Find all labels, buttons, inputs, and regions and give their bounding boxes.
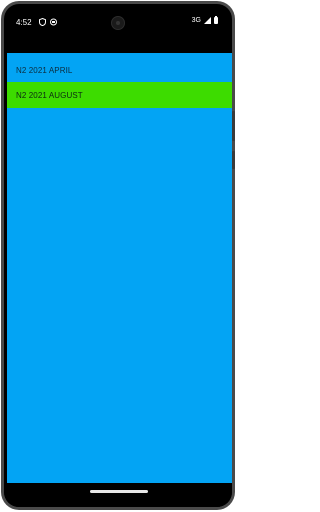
status-indicators: 3G [191,16,218,24]
screen: 4:52 3G N2 2021 APRIL N2 2021 AUGUST [4,4,232,507]
list-item-label: N2 2021 APRIL [16,65,73,75]
status-bar: 4:52 3G [4,4,232,34]
list-item-n2-2021-april[interactable]: N2 2021 APRIL [7,57,232,83]
status-time: 4:52 [16,18,32,27]
list-item-label: N2 2021 AUGUST [16,90,83,100]
list-item-n2-2021-august[interactable]: N2 2021 AUGUST [7,82,232,108]
front-camera [111,16,125,30]
signal-icon [204,17,211,24]
volume-button [232,111,235,141]
shield-icon [39,17,46,29]
phone-frame: 4:52 3G N2 2021 APRIL N2 2021 AUGUST [1,1,235,510]
notification-icon [50,18,57,29]
home-gesture-handle[interactable] [90,490,148,493]
navigation-bar [4,483,232,507]
battery-icon [214,16,218,24]
app-content: N2 2021 APRIL N2 2021 AUGUST [7,53,232,484]
network-type: 3G [191,17,201,24]
phone-device: 4:52 3G N2 2021 APRIL N2 2021 AUGUST [0,0,238,512]
power-button [232,151,235,169]
